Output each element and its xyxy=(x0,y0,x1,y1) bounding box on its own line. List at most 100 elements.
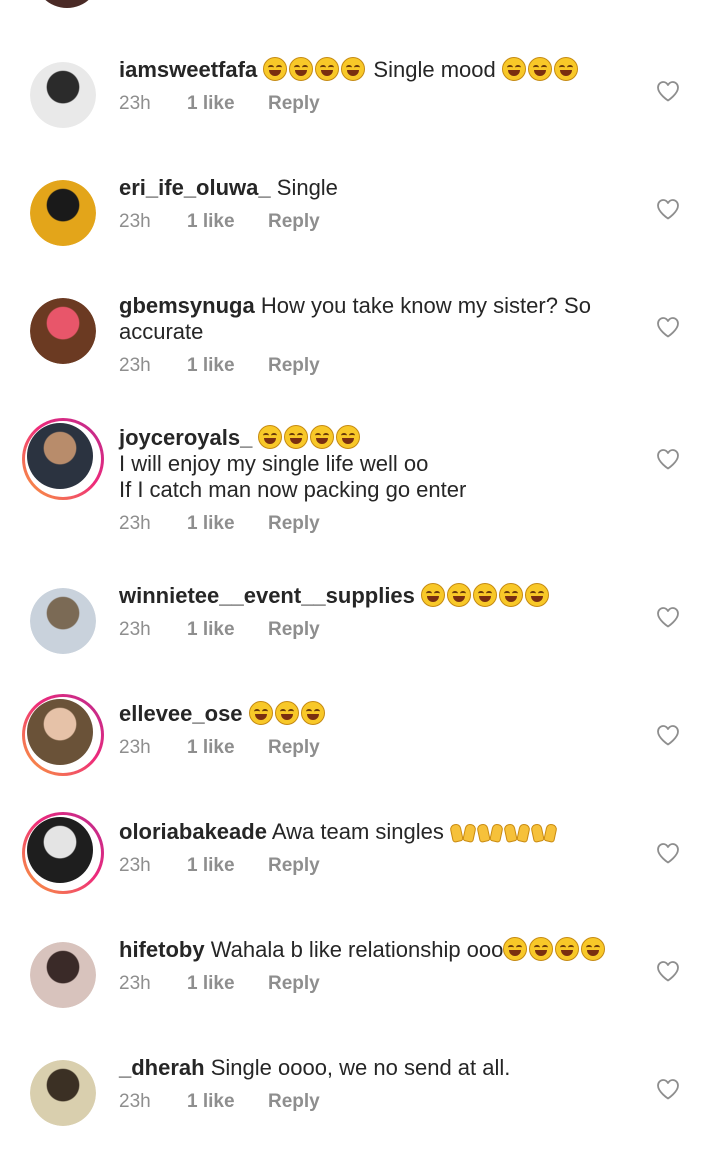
comment-timestamp: 23h xyxy=(119,855,151,876)
laughing-emoji-icon xyxy=(527,57,552,81)
like-heart-icon[interactable] xyxy=(656,80,680,102)
like-heart-icon[interactable] xyxy=(656,724,680,746)
comment-username[interactable]: hifetoby xyxy=(119,937,205,962)
comment-body: winnietee__event__supplies 23h 1 like Repl… xyxy=(119,583,639,642)
avatar-photo xyxy=(27,423,93,489)
user-avatar[interactable] xyxy=(30,1060,96,1126)
comment-timestamp: 23h xyxy=(119,513,151,534)
laughing-emoji-icon xyxy=(289,57,314,81)
comment-message: Single oooo, we no send at all. xyxy=(210,1055,511,1080)
laughing-emoji-icon xyxy=(263,57,288,81)
comment-text: gbemsynuga How you take know my sister? … xyxy=(119,293,639,345)
comment-meta: 23h 1 like Reply xyxy=(119,972,639,996)
comment-like-count[interactable]: 1 like xyxy=(187,512,268,536)
user-avatar[interactable] xyxy=(30,298,96,364)
comment-meta: 23h 1 like Reply xyxy=(119,92,639,116)
reply-button[interactable]: Reply xyxy=(268,736,320,760)
user-avatar[interactable] xyxy=(30,588,96,654)
reply-button[interactable]: Reply xyxy=(268,854,320,878)
like-heart-icon[interactable] xyxy=(656,198,680,220)
comment-like-count[interactable]: 1 like xyxy=(187,210,268,234)
comment-meta: 23h 1 like Reply xyxy=(119,736,639,760)
comment-like-count[interactable]: 1 like xyxy=(187,1090,268,1114)
reply-button[interactable]: Reply xyxy=(268,972,320,996)
like-heart-icon[interactable] xyxy=(656,606,680,628)
like-heart-icon[interactable] xyxy=(656,1078,680,1100)
comment-username[interactable]: oloriabakeade xyxy=(119,819,267,844)
user-avatar[interactable] xyxy=(22,694,104,776)
comment-username[interactable]: ellevee_ose xyxy=(119,701,243,726)
user-avatar[interactable] xyxy=(22,812,104,894)
comment-timestamp: 23h xyxy=(119,619,151,640)
like-heart-icon[interactable] xyxy=(656,960,680,982)
comment-text: oloriabakeade Awa team singles xyxy=(119,819,639,845)
raising-hands-emoji-icon xyxy=(503,820,531,843)
laughing-emoji-icon xyxy=(315,57,340,81)
comment-text: hifetoby Wahala b like relationship ooo xyxy=(119,937,639,963)
laughing-emoji-icon xyxy=(525,583,550,607)
laughing-emoji-icon xyxy=(300,701,325,725)
comment-text: _dherah Single oooo, we no send at all. xyxy=(119,1055,639,1081)
comment-like-count[interactable]: 1 like xyxy=(187,854,268,878)
avatar-photo xyxy=(30,942,96,1008)
laughing-emoji-icon xyxy=(274,701,299,725)
comment-like-count[interactable]: 1 like xyxy=(187,92,268,116)
comment-username[interactable]: eri_ife_oluwa_ xyxy=(119,175,271,200)
comment-username[interactable]: _dherah xyxy=(119,1055,205,1080)
comment-text: winnietee__event__supplies xyxy=(119,583,639,609)
comment-username[interactable]: gbemsynuga xyxy=(119,293,255,318)
avatar-photo xyxy=(30,1060,96,1126)
comment-body: iamsweetfafa Single mood 23h 1 like Reply xyxy=(119,57,639,116)
user-avatar[interactable] xyxy=(30,62,96,128)
laughing-emoji-icon xyxy=(341,57,366,81)
comment-message: Awa team singles xyxy=(271,819,450,844)
previous-comment-avatar[interactable] xyxy=(34,0,100,8)
user-avatar[interactable] xyxy=(30,942,96,1008)
laughing-emoji-icon xyxy=(555,937,580,961)
reply-button[interactable]: Reply xyxy=(268,1090,320,1114)
comment-text: joyceroyals_ I will enjoy my single life… xyxy=(119,425,639,503)
comment-timestamp: 23h xyxy=(119,1091,151,1112)
laughing-emoji-icon xyxy=(529,937,554,961)
user-avatar[interactable] xyxy=(30,180,96,246)
like-heart-icon[interactable] xyxy=(656,448,680,470)
avatar-photo xyxy=(27,817,93,883)
comment-body: _dherah Single oooo, we no send at all. 2… xyxy=(119,1055,639,1114)
comment-username[interactable]: joyceroyals_ xyxy=(119,425,252,450)
laughing-emoji-icon xyxy=(248,701,273,725)
laughing-emoji-icon xyxy=(258,425,283,449)
like-heart-icon[interactable] xyxy=(656,842,680,864)
reply-button[interactable]: Reply xyxy=(268,210,320,234)
comment-body: ellevee_ose 23h 1 like Reply xyxy=(119,701,639,760)
comment-message: Wahala b like relationship ooo xyxy=(210,937,504,962)
reply-button[interactable]: Reply xyxy=(268,354,320,378)
comment-like-count[interactable]: 1 like xyxy=(187,354,268,378)
comment-meta: 23h 1 like Reply xyxy=(119,1090,639,1114)
comment-body: hifetoby Wahala b like relationship ooo 2… xyxy=(119,937,639,996)
reply-button[interactable]: Reply xyxy=(268,92,320,116)
comment-message-line: If I catch man now packing go enter xyxy=(119,477,467,502)
comment-username[interactable]: winnietee__event__supplies xyxy=(119,583,415,608)
comment-meta: 23h 1 like Reply xyxy=(119,512,639,536)
avatar-photo xyxy=(30,62,96,128)
comment-like-count[interactable]: 1 like xyxy=(187,972,268,996)
avatar-photo xyxy=(30,588,96,654)
comment-like-count[interactable]: 1 like xyxy=(187,736,268,760)
comment-timestamp: 23h xyxy=(119,737,151,758)
reply-button[interactable]: Reply xyxy=(268,512,320,536)
comment-text: ellevee_ose xyxy=(119,701,639,727)
avatar-photo xyxy=(27,699,93,765)
comment-timestamp: 23h xyxy=(119,93,151,114)
like-heart-icon[interactable] xyxy=(656,316,680,338)
user-avatar[interactable] xyxy=(22,418,104,500)
comment-username[interactable]: iamsweetfafa xyxy=(119,57,257,82)
comment-timestamp: 23h xyxy=(119,355,151,376)
comment-body: eri_ife_oluwa_ Single 23h 1 like Reply xyxy=(119,175,639,234)
comment-like-count[interactable]: 1 like xyxy=(187,618,268,642)
avatar-photo xyxy=(30,180,96,246)
reply-button[interactable]: Reply xyxy=(268,618,320,642)
comment-message: Single mood xyxy=(367,57,502,82)
comment-body: oloriabakeade Awa team singles 23h 1 like… xyxy=(119,819,639,878)
comment-timestamp: 23h xyxy=(119,973,151,994)
comment-meta: 23h 1 like Reply xyxy=(119,354,639,378)
